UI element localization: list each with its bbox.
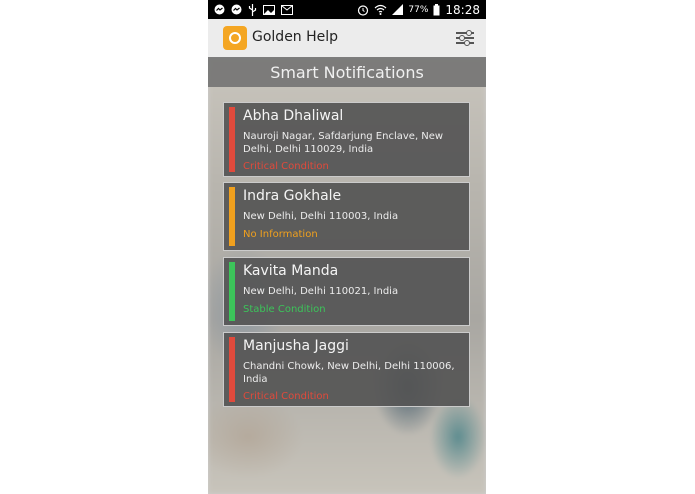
notification-card[interactable]: Manjusha Jaggi Chandni Chowk, New Delhi,… [223, 332, 470, 407]
section-title: Smart Notifications [270, 63, 424, 82]
signal-icon [392, 4, 404, 15]
gmail-icon [281, 4, 293, 15]
status-indicator [229, 262, 235, 321]
alarm-icon [358, 4, 369, 16]
image-icon [263, 4, 275, 15]
status-indicator [229, 337, 235, 402]
condition-status: Critical Condition [243, 161, 329, 172]
messenger-icon [214, 4, 225, 15]
person-address: New Delhi, Delhi 110021, India [243, 286, 399, 297]
sliders-icon[interactable] [456, 29, 474, 46]
phone-screen: 77% 18:28 Golden Help Smart Notification… [208, 0, 486, 494]
status-bar: 77% 18:28 [208, 0, 486, 19]
app-title: Golden Help [252, 29, 339, 45]
battery-percent: 77% [408, 4, 429, 15]
battery-icon [433, 3, 440, 15]
person-name: Indra Gokhale [243, 188, 342, 204]
section-header: Smart Notifications [208, 57, 486, 87]
status-indicator [229, 107, 235, 172]
person-address: New Delhi, Delhi 110003, India [243, 211, 399, 222]
app-bar: Golden Help [208, 19, 486, 58]
condition-status: No Information [243, 229, 318, 240]
condition-status: Stable Condition [243, 304, 326, 315]
person-address: Chandni Chowk, New Delhi, Delhi 110006, … [243, 361, 455, 385]
notification-card[interactable]: Kavita Manda New Delhi, Delhi 110021, In… [223, 257, 470, 326]
usb-icon [248, 3, 257, 16]
condition-status: Critical Condition [243, 391, 329, 402]
person-name: Kavita Manda [243, 263, 339, 279]
notification-card[interactable]: Abha Dhaliwal Nauroji Nagar, Safdarjung … [223, 102, 470, 177]
status-indicator [229, 187, 235, 246]
messenger-icon [231, 4, 242, 15]
person-name: Manjusha Jaggi [243, 338, 349, 354]
person-address: Nauroji Nagar, Safdarjung Enclave, New D… [243, 131, 444, 155]
wifi-icon [374, 4, 387, 15]
person-name: Abha Dhaliwal [243, 108, 344, 124]
clock: 18:28 [445, 2, 480, 17]
notification-card[interactable]: Indra Gokhale New Delhi, Delhi 110003, I… [223, 182, 470, 251]
golden-help-logo-icon [223, 26, 247, 50]
